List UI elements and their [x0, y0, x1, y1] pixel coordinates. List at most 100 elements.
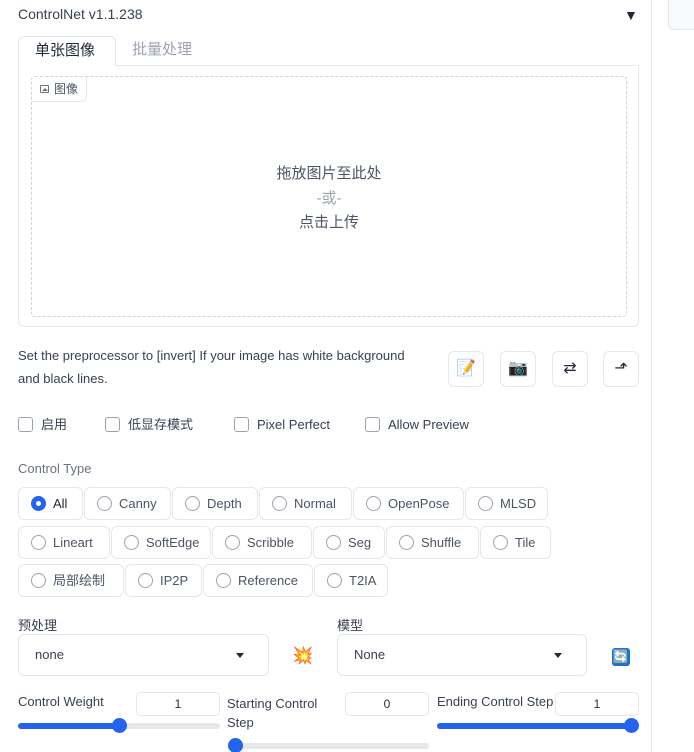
radio-label: T2IA — [349, 573, 377, 588]
notepad-button[interactable]: 📝 — [448, 351, 484, 387]
control-weight-label: Control Weight — [18, 694, 104, 709]
radio-dot — [225, 535, 240, 550]
checkbox-label: Allow Preview — [388, 417, 469, 432]
control-weight-slider[interactable] — [18, 718, 220, 733]
radio-dot — [31, 573, 46, 588]
radio-dot — [366, 496, 381, 511]
starting-step-slider[interactable] — [228, 738, 429, 752]
checkbox-label: 启用 — [41, 417, 68, 432]
swap-button[interactable]: ⇄ — [552, 351, 588, 387]
slider-fill — [18, 723, 119, 729]
checkbox-box[interactable] — [234, 417, 249, 432]
radio-label: Normal — [294, 496, 336, 511]
radio-label: Shuffle — [421, 535, 462, 550]
preprocessor-select[interactable]: none — [18, 634, 269, 676]
send-dimensions-button[interactable]: ⬏ — [603, 351, 639, 387]
image-drop-zone[interactable]: 图像 拖放图片至此处 -或- 点击上传 — [31, 76, 627, 317]
upload-text: 点击上传 — [298, 214, 359, 231]
radio-dot — [185, 496, 200, 511]
preprocessor-value: none — [35, 647, 64, 662]
control-type-tile[interactable]: Tile — [480, 526, 551, 559]
radio-label: MLSD — [500, 496, 537, 511]
checkbox-label: Pixel Perfect — [257, 417, 330, 432]
drop-text: 拖放图片至此处 — [276, 165, 382, 182]
image-label: 图像 — [32, 77, 88, 102]
refresh-icon: 🔄 — [612, 648, 630, 666]
checkbox-box[interactable] — [105, 417, 120, 432]
ending-step-slider[interactable] — [437, 718, 639, 733]
ending-step-input[interactable]: 1 — [555, 692, 639, 716]
radio-dot — [31, 496, 46, 511]
allow-preview-checkbox[interactable]: Allow Preview — [365, 416, 469, 434]
radio-dot — [399, 535, 414, 550]
explosion-icon: 💥 — [292, 646, 314, 665]
control-type-all[interactable]: All — [18, 487, 83, 520]
checkbox-box[interactable] — [365, 417, 380, 432]
control-type-label: Control Type — [18, 461, 92, 476]
enable-checkbox[interactable]: 启用 — [18, 416, 67, 434]
image-label-text: 图像 — [54, 82, 79, 96]
tab-batch[interactable]: 批量处理 — [116, 36, 208, 67]
control-type-lineart[interactable]: Lineart — [18, 526, 110, 559]
notepad-icon: 📝 — [456, 360, 476, 377]
radio-label: Canny — [119, 496, 157, 511]
control-type-ip2p[interactable]: IP2P — [125, 564, 202, 597]
radio-label: 局部绘制 — [53, 573, 106, 588]
radio-label: Reference — [238, 573, 298, 588]
radio-dot — [272, 496, 287, 511]
control-type-seg[interactable]: Seg — [313, 526, 385, 559]
radio-label: All — [53, 496, 68, 511]
refresh-models-button[interactable]: 🔄 — [606, 641, 636, 671]
radio-dot — [478, 496, 493, 511]
control-type-inpaint[interactable]: 局部绘制 — [18, 564, 124, 597]
radio-label: OpenPose — [388, 496, 450, 511]
control-type-openpose[interactable]: OpenPose — [353, 487, 464, 520]
tab-single-image[interactable]: 单张图像 — [18, 36, 116, 67]
collapse-icon[interactable]: ▼ — [624, 7, 638, 23]
control-weight-input[interactable]: 1 — [136, 692, 220, 716]
or-text: -或- — [316, 190, 342, 207]
control-type-shuffle[interactable]: Shuffle — [386, 526, 479, 559]
control-type-scribble[interactable]: Scribble — [212, 526, 312, 559]
image-input-area: 图像 拖放图片至此处 -或- 点击上传 — [18, 66, 639, 327]
slider-fill — [437, 723, 631, 729]
preprocessor-label: 预处理 — [18, 618, 58, 633]
control-type-mlsd[interactable]: MLSD — [465, 487, 548, 520]
control-type-normal[interactable]: Normal — [259, 487, 352, 520]
low-vram-checkbox[interactable]: 低显存模式 — [105, 416, 193, 434]
panel-title: ControlNet v1.1.238 — [18, 6, 143, 22]
camera-icon: 📷 — [508, 360, 528, 377]
checkbox-label: 低显存模式 — [128, 417, 194, 432]
radio-label: Scribble — [247, 535, 294, 550]
starting-step-label: Starting Control Step — [227, 696, 318, 730]
control-type-depth[interactable]: Depth — [172, 487, 258, 520]
swap-icon: ⇄ — [563, 360, 577, 377]
control-type-reference[interactable]: Reference — [203, 564, 313, 597]
model-select[interactable]: None — [337, 634, 587, 676]
camera-button[interactable]: 📷 — [500, 351, 536, 387]
ending-step-label: Ending Control Step — [437, 694, 554, 709]
model-value: None — [354, 647, 386, 662]
radio-label: SoftEdge — [146, 535, 200, 550]
controlnet-panel: ControlNet v1.1.238 ▼ 单张图像 批量处理 图像 拖放图片至… — [0, 0, 652, 752]
checkbox-box[interactable] — [18, 417, 33, 432]
radio-dot — [138, 573, 153, 588]
control-type-canny[interactable]: Canny — [84, 487, 171, 520]
slider-thumb[interactable] — [624, 718, 639, 733]
starting-step-input[interactable]: 0 — [345, 692, 429, 716]
invert-hint: Set the preprocessor to [invert] If your… — [18, 348, 405, 386]
radio-dot — [493, 535, 508, 550]
pixel-perfect-checkbox[interactable]: Pixel Perfect — [234, 416, 330, 434]
slider-thumb[interactable] — [112, 718, 127, 733]
control-type-softedge[interactable]: SoftEdge — [111, 526, 211, 559]
radio-dot — [31, 535, 46, 550]
radio-dot — [124, 535, 139, 550]
radio-dot — [326, 535, 341, 550]
control-type-t2ia[interactable]: T2IA — [314, 564, 388, 597]
slider-thumb[interactable] — [228, 738, 243, 752]
radio-dot — [327, 573, 342, 588]
radio-label: Tile — [515, 535, 536, 550]
model-label: 模型 — [337, 618, 364, 633]
radio-label: Depth — [207, 496, 242, 511]
run-preprocessor-button[interactable]: 💥 — [288, 641, 318, 671]
